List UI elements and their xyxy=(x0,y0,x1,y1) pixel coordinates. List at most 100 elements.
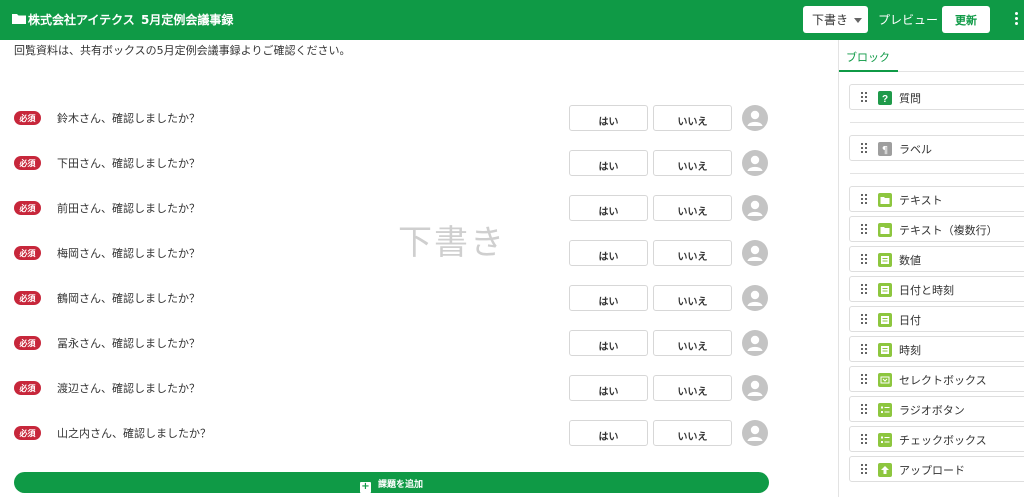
block-label: チェックボックス xyxy=(899,434,987,447)
question-label: 渡辺さん、確認しましたか？ xyxy=(57,382,200,395)
question-row: 必須 渡辺さん、確認しましたか？ はい いいえ xyxy=(0,375,838,405)
drag-handle-icon[interactable] xyxy=(861,404,867,415)
no-button[interactable]: いいえ xyxy=(653,285,732,311)
no-button[interactable]: いいえ xyxy=(653,375,732,401)
avatar[interactable] xyxy=(742,420,768,446)
no-button[interactable]: いいえ xyxy=(653,150,732,176)
block-label: ラベル xyxy=(899,143,932,156)
drag-handle-icon[interactable] xyxy=(861,143,867,154)
paragraph-icon: ¶ xyxy=(878,141,892,156)
block-label: 日付と時刻 xyxy=(899,284,954,297)
block-item[interactable]: セレクトボックス xyxy=(849,366,1024,392)
avatar[interactable] xyxy=(742,150,768,176)
block-item[interactable]: 数値 xyxy=(849,246,1024,272)
add-task-button[interactable]: + 課題を追加 xyxy=(14,472,769,493)
block-label: セレクトボックス xyxy=(899,374,987,387)
drag-handle-icon[interactable] xyxy=(861,92,867,103)
drag-handle-icon[interactable] xyxy=(861,314,867,325)
drag-handle-icon[interactable] xyxy=(861,284,867,295)
block-item[interactable]: 時刻 xyxy=(849,336,1024,362)
yes-button[interactable]: はい xyxy=(569,240,648,266)
no-button[interactable]: いいえ xyxy=(653,330,732,356)
active-tab-indicator xyxy=(839,70,898,72)
required-badge: 必須 xyxy=(14,156,41,170)
drag-handle-icon[interactable] xyxy=(861,254,867,265)
yes-button[interactable]: はい xyxy=(569,285,648,311)
question-label: 前田さん、確認しましたか？ xyxy=(57,202,200,215)
question-icon: ? xyxy=(878,90,892,105)
panel-divider xyxy=(838,40,839,497)
required-badge: 必須 xyxy=(14,291,41,305)
chevron-down-icon xyxy=(854,18,862,23)
status-select-value: 下書き xyxy=(812,13,849,27)
preview-link[interactable]: プレビュー xyxy=(878,11,938,28)
yes-button[interactable]: はい xyxy=(569,330,648,356)
required-badge: 必須 xyxy=(14,201,41,215)
block-label: テキスト xyxy=(899,194,943,207)
text-field-icon xyxy=(878,192,892,207)
block-label: 数値 xyxy=(899,254,921,267)
tab-blocks[interactable]: ブロック xyxy=(846,49,890,65)
question-row: 必須 下田さん、確認しましたか？ はい いいえ xyxy=(0,150,838,180)
plus-icon: + xyxy=(359,481,371,493)
block-item[interactable]: チェックボックス xyxy=(849,426,1024,452)
drag-handle-icon[interactable] xyxy=(861,194,867,205)
block-item[interactable]: 日付 xyxy=(849,306,1024,332)
required-badge: 必須 xyxy=(14,246,41,260)
block-label: テキスト（複数行） xyxy=(899,224,998,237)
no-button[interactable]: いいえ xyxy=(653,420,732,446)
block-item[interactable]: 日付と時刻 xyxy=(849,276,1024,302)
drag-handle-icon[interactable] xyxy=(861,434,867,445)
app-header: 株式会社アイテクス 5月定例会議事録 下書き プレビュー 更新 xyxy=(0,0,1024,40)
add-task-label: 課題を追加 xyxy=(377,480,423,490)
upload-icon xyxy=(878,462,892,477)
update-button[interactable]: 更新 xyxy=(942,6,990,33)
avatar[interactable] xyxy=(742,195,768,221)
question-label: 冨永さん、確認しましたか？ xyxy=(57,337,200,350)
question-label: 鈴木さん、確認しましたか？ xyxy=(57,112,200,125)
drag-handle-icon[interactable] xyxy=(861,344,867,355)
avatar[interactable] xyxy=(742,330,768,356)
required-badge: 必須 xyxy=(14,381,41,395)
block-item[interactable]: テキスト xyxy=(849,186,1024,212)
question-row: 必須 鶴岡さん、確認しましたか？ はい いいえ xyxy=(0,285,838,315)
avatar[interactable] xyxy=(742,240,768,266)
question-label: 鶴岡さん、確認しましたか？ xyxy=(57,292,200,305)
textarea-icon xyxy=(878,222,892,237)
block-item[interactable]: ¶ ラベル xyxy=(849,135,1024,161)
block-item[interactable]: アップロード xyxy=(849,456,1024,482)
block-label: アップロード xyxy=(899,464,965,477)
drag-handle-icon[interactable] xyxy=(861,374,867,385)
drag-handle-icon[interactable] xyxy=(861,464,867,475)
block-item[interactable]: ? 質問 xyxy=(849,84,1024,110)
time-icon xyxy=(878,342,892,357)
block-item[interactable]: ラジオボタン xyxy=(849,396,1024,422)
question-row: 必須 山之内さん、確認しましたか？ はい いいえ xyxy=(0,420,838,450)
avatar[interactable] xyxy=(742,375,768,401)
no-button[interactable]: いいえ xyxy=(653,105,732,131)
select-box-icon xyxy=(878,372,892,387)
document-title: 5月定例会議事録 xyxy=(141,13,234,27)
question-label: 梅岡さん、確認しましたか？ xyxy=(57,247,200,260)
instruction-text: 回覧資料は、共有ボックスの5月定例会議事録よりご確認ください。 xyxy=(14,44,351,57)
block-group-divider xyxy=(850,173,1024,174)
drag-handle-icon[interactable] xyxy=(861,224,867,235)
yes-button[interactable]: はい xyxy=(569,420,648,446)
block-group-divider xyxy=(850,122,1024,123)
avatar[interactable] xyxy=(742,105,768,131)
date-icon xyxy=(878,312,892,327)
more-menu-icon[interactable] xyxy=(1010,10,1022,30)
question-row: 必須 冨永さん、確認しましたか？ はい いいえ xyxy=(0,330,838,360)
company-name: 株式会社アイテクス xyxy=(28,13,135,27)
svg-text:¶: ¶ xyxy=(882,145,888,156)
status-select[interactable]: 下書き xyxy=(803,6,868,33)
yes-button[interactable]: はい xyxy=(569,105,648,131)
yes-button[interactable]: はい xyxy=(569,195,648,221)
no-button[interactable]: いいえ xyxy=(653,195,732,221)
block-item[interactable]: テキスト（複数行） xyxy=(849,216,1024,242)
yes-button[interactable]: はい xyxy=(569,375,648,401)
datetime-icon xyxy=(878,282,892,297)
avatar[interactable] xyxy=(742,285,768,311)
no-button[interactable]: いいえ xyxy=(653,240,732,266)
yes-button[interactable]: はい xyxy=(569,150,648,176)
